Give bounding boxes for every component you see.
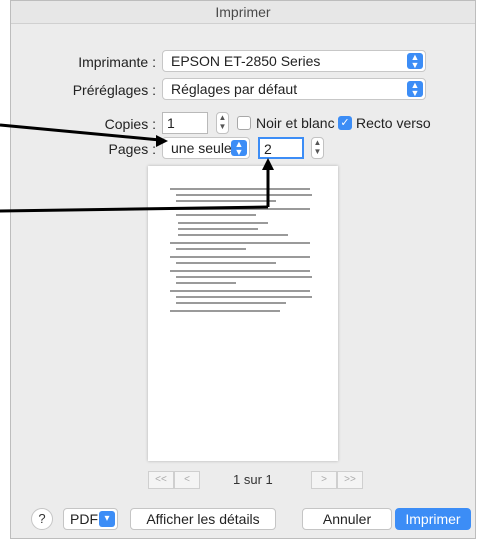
annotation-arrows — [0, 123, 274, 213]
arrow-line-horizontal — [0, 205, 269, 213]
arrowhead-pages-input — [262, 158, 274, 170]
arrow-line-to-pages-mode — [0, 123, 161, 142]
arrowhead-pages-mode — [156, 135, 168, 147]
